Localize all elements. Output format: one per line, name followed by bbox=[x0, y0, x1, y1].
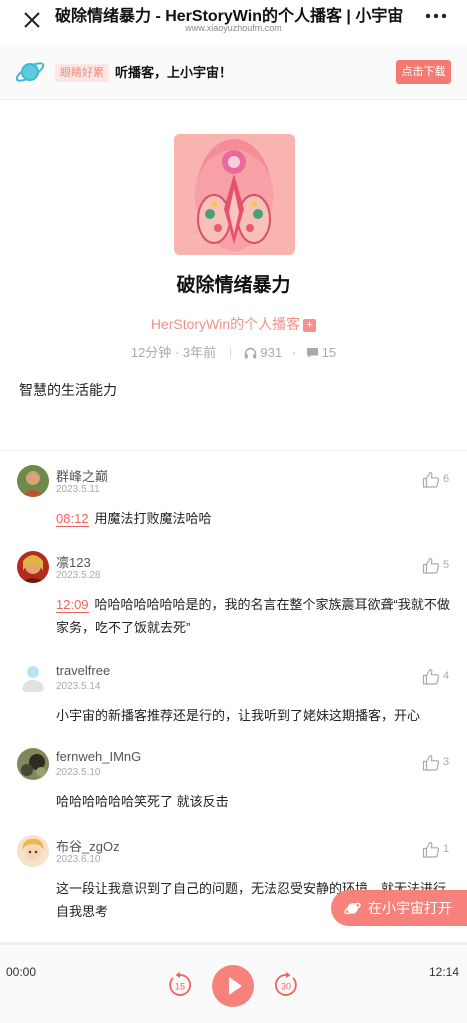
comment-timestamp-link[interactable]: 08:12 bbox=[56, 511, 89, 527]
episode-duration: 12分钟 bbox=[130, 345, 172, 360]
episode-meta: 12分钟 · 3年前 931 · 15 bbox=[0, 342, 467, 361]
comment-body: 小宇宙的新播客推荐还是行的，让我听到了姥妹这期播客，开心 bbox=[56, 708, 421, 723]
thumbs-up-icon[interactable] bbox=[422, 754, 440, 771]
open-in-app-label[interactable]: 在小宇宙打开 bbox=[368, 890, 452, 926]
thumbs-up-icon[interactable] bbox=[422, 471, 440, 488]
meta-dot: · bbox=[174, 345, 180, 360]
planet-logo-icon bbox=[15, 62, 45, 82]
comment-text: 12:09 哈哈哈哈哈哈哈是的，我的名言在整个家族震耳欲聋“我就不做家务，吃不了饭… bbox=[56, 593, 451, 639]
comment-text: 哈哈哈哈哈哈笑死了 就该反击 bbox=[56, 790, 451, 813]
avatar[interactable] bbox=[17, 551, 49, 583]
like-count: 4 bbox=[443, 670, 450, 682]
like-count: 3 bbox=[443, 756, 450, 768]
rewind-15-icon[interactable]: 15 bbox=[166, 971, 194, 999]
like-count: 1 bbox=[443, 843, 450, 855]
comment-body: 用魔法打败魔法哈哈 bbox=[94, 511, 212, 526]
forward-30-icon[interactable]: 30 bbox=[272, 971, 300, 999]
download-button[interactable]: 点击下载 bbox=[396, 60, 451, 84]
play-icon[interactable] bbox=[212, 965, 254, 1007]
comment-count: 15 bbox=[321, 345, 337, 360]
thumbs-up-icon[interactable] bbox=[422, 668, 440, 685]
comment-date: 2023.5.28 bbox=[56, 570, 101, 581]
like-button[interactable]: 6 bbox=[422, 471, 458, 489]
comment-author[interactable]: 布谷_zgOz bbox=[56, 836, 120, 855]
podcast-name[interactable]: HerStoryWin的个人播客 bbox=[151, 316, 300, 332]
comment-author[interactable]: 凛123 bbox=[56, 552, 91, 571]
comment-author[interactable]: fernweh_IMnG bbox=[56, 749, 141, 764]
like-count: 6 bbox=[443, 473, 450, 485]
total-duration: 12:14 bbox=[429, 965, 460, 979]
headphones-icon bbox=[245, 347, 257, 359]
like-button[interactable]: 4 bbox=[422, 668, 458, 686]
subscribe-plus-icon[interactable]: + bbox=[303, 319, 317, 332]
meta-divider bbox=[229, 347, 231, 358]
comment-author[interactable]: 群峰之巅 bbox=[56, 466, 108, 485]
like-button[interactable]: 3 bbox=[422, 754, 458, 772]
thumbs-up-icon[interactable] bbox=[422, 557, 440, 574]
comment-timestamp-link[interactable]: 12:09 bbox=[56, 597, 89, 613]
promo-tag: 眼睛好累 bbox=[55, 64, 109, 82]
forward-seconds: 30 bbox=[281, 982, 291, 992]
section-divider bbox=[0, 450, 467, 451]
more-icon[interactable] bbox=[425, 12, 447, 20]
comment-date: 2023.5.11 bbox=[56, 484, 100, 495]
avatar[interactable] bbox=[17, 835, 49, 867]
episode-cover-image bbox=[174, 134, 295, 255]
episode-published: 3年前 bbox=[182, 345, 217, 360]
comment-author[interactable]: travelfree bbox=[56, 663, 110, 678]
progress-bar[interactable] bbox=[0, 943, 467, 945]
current-time: 00:00 bbox=[6, 965, 37, 979]
page-url: www.xiaoyuzhoufm.com bbox=[185, 23, 282, 33]
audio-player: 00:00 12:14 15 30 bbox=[0, 942, 467, 1023]
planet-icon bbox=[344, 902, 361, 915]
top-nav-bar: 破除情绪暴力 - HerStoryWin的个人播客 | 小宇宙 www.xiao… bbox=[0, 0, 467, 44]
avatar[interactable] bbox=[17, 748, 49, 780]
podcast-link[interactable]: HerStoryWin的个人播客 + bbox=[0, 314, 467, 334]
avatar[interactable] bbox=[17, 662, 49, 694]
comment-date: 2023.6.10 bbox=[56, 854, 101, 865]
play-count: 931 bbox=[260, 345, 283, 360]
comment-body: 哈哈哈哈哈哈哈是的，我的名言在整个家族震耳欲聋“我就不做家务，吃不了饭就去死” bbox=[56, 597, 450, 635]
promo-slogan: 听播客，上小宇宙！ bbox=[115, 65, 233, 80]
app-promo-banner: 眼睛好累 听播客，上小宇宙！ 点击下载 bbox=[0, 44, 467, 100]
comment-icon bbox=[306, 348, 318, 358]
comment-text: 小宇宙的新播客推荐还是行的，让我听到了姥妹这期播客，开心 bbox=[56, 704, 451, 727]
comment-body: 哈哈哈哈哈哈笑死了 就该反击 bbox=[56, 794, 229, 809]
like-count: 5 bbox=[443, 559, 450, 571]
thumbs-up-icon[interactable] bbox=[422, 841, 440, 858]
cover-artwork bbox=[174, 134, 295, 255]
comment-text: 08:12 用魔法打败魔法哈哈 bbox=[56, 507, 451, 530]
like-button[interactable]: 1 bbox=[422, 841, 458, 859]
open-in-app-button[interactable]: 在小宇宙打开 bbox=[331, 890, 467, 926]
meta-dot-2: · bbox=[291, 345, 297, 360]
comment-date: 2023.5.10 bbox=[56, 767, 101, 778]
rewind-seconds: 15 bbox=[175, 982, 185, 992]
episode-description: 智慧的生活能力 bbox=[19, 382, 117, 398]
comment-date: 2023.5.14 bbox=[56, 681, 101, 692]
play-button[interactable] bbox=[212, 965, 254, 1007]
avatar[interactable] bbox=[17, 465, 49, 497]
episode-title: 破除情绪暴力 bbox=[176, 275, 291, 296]
like-button[interactable]: 5 bbox=[422, 557, 458, 575]
